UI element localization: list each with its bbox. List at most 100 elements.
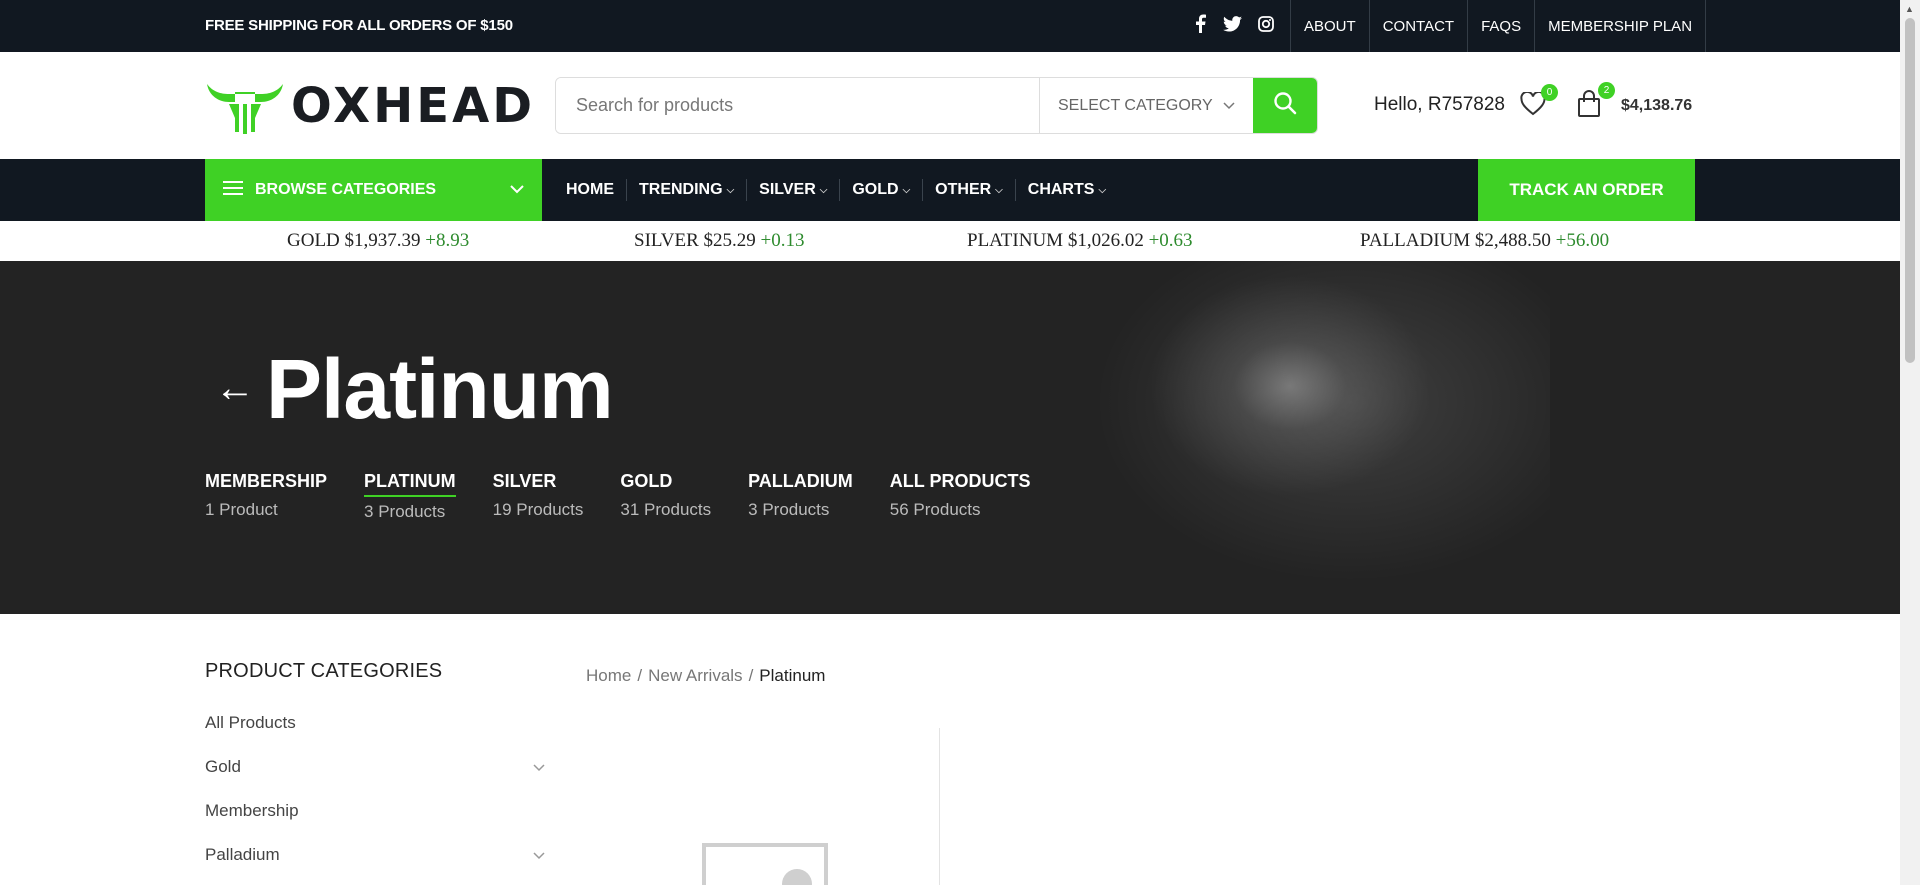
about-link[interactable]: ABOUT bbox=[1291, 0, 1370, 52]
search-button[interactable] bbox=[1253, 78, 1317, 133]
browse-categories-label: BROWSE CATEGORIES bbox=[255, 181, 437, 198]
sidebar-item-all-products[interactable]: All Products bbox=[205, 701, 545, 745]
category-tab-name: PLATINUM bbox=[364, 471, 456, 497]
browse-categories-button[interactable]: BROWSE CATEGORIES bbox=[205, 159, 542, 221]
breadcrumb-new-arrivals[interactable]: New Arrivals bbox=[648, 666, 742, 685]
nav-item-label: SILVER bbox=[759, 181, 816, 198]
heart-icon bbox=[1520, 90, 1546, 120]
facebook-icon[interactable] bbox=[1190, 14, 1209, 33]
sidebar-item-label: Gold bbox=[205, 757, 241, 776]
sidebar-item-gold[interactable]: Gold bbox=[205, 745, 545, 789]
category-tab-silver[interactable]: SILVER 19 Products bbox=[493, 471, 584, 522]
ticker-metal: PLATINUM bbox=[967, 230, 1064, 251]
category-tab-name: ALL PRODUCTS bbox=[889, 471, 1031, 491]
nav-item-label: GOLD bbox=[852, 181, 899, 198]
product-image-placeholder-icon[interactable] bbox=[702, 843, 828, 885]
sidebar-item-label: All Products bbox=[205, 713, 296, 732]
chevron-down-icon: ⌵ bbox=[819, 184, 828, 196]
track-order-button[interactable]: TRACK AN ORDER bbox=[1478, 159, 1695, 221]
product-column-divider bbox=[939, 728, 940, 885]
back-arrow-icon[interactable]: ← bbox=[215, 366, 255, 411]
nav-item-other[interactable]: OTHER ⌵ bbox=[923, 179, 1016, 201]
scrollbar-thumb[interactable] bbox=[1905, 18, 1915, 363]
ticker-silver: SILVER $25.29 +0.13 bbox=[634, 230, 804, 252]
hamburger-icon bbox=[223, 180, 243, 201]
shipping-notice: FREE SHIPPING FOR ALL ORDERS OF $150 bbox=[205, 17, 513, 34]
category-tab-name: MEMBERSHIP bbox=[205, 471, 328, 491]
chevron-down-icon bbox=[1223, 97, 1235, 115]
ox-head-logo-icon bbox=[207, 84, 283, 134]
scroll-up-icon[interactable]: ▲ bbox=[1905, 4, 1914, 14]
sidebar-item-label: Palladium bbox=[205, 845, 280, 864]
ticker-price: $2,488.50 bbox=[1474, 230, 1551, 251]
category-select-label: SELECT CATEGORY bbox=[1058, 96, 1213, 114]
social-links bbox=[1190, 14, 1275, 33]
category-tab-count: 1 Product bbox=[205, 500, 278, 519]
sidebar-item-membership[interactable]: Membership bbox=[205, 789, 545, 833]
category-tab-count: 3 Products bbox=[748, 500, 830, 519]
category-tab-name: SILVER bbox=[492, 471, 557, 491]
chevron-down-icon[interactable] bbox=[533, 848, 545, 863]
ticker-palladium: PALLADIUM $2,488.50 +56.00 bbox=[1360, 230, 1609, 252]
category-tab-membership[interactable]: MEMBERSHIP 1 Product bbox=[205, 471, 327, 522]
ticker-metal: PALLADIUM bbox=[1360, 230, 1471, 251]
chevron-down-icon: ⌵ bbox=[995, 184, 1003, 196]
category-select[interactable]: SELECT CATEGORY bbox=[1039, 78, 1253, 133]
breadcrumb-home[interactable]: Home bbox=[586, 666, 631, 685]
category-tabs: MEMBERSHIP 1 Product PLATINUM 3 Products… bbox=[205, 471, 1067, 522]
top-links: ABOUT CONTACT FAQS MEMBERSHIP PLAN bbox=[1290, 0, 1707, 52]
chevron-down-icon[interactable] bbox=[533, 760, 545, 775]
nav-item-label: CHARTS bbox=[1027, 181, 1095, 198]
page-title: Platinum bbox=[266, 342, 614, 436]
membership-plan-link[interactable]: MEMBERSHIP PLAN bbox=[1535, 0, 1707, 52]
wishlist-button[interactable]: 0 bbox=[1520, 84, 1558, 120]
chevron-down-icon: ⌵ bbox=[726, 184, 735, 196]
ticker-metal: GOLD bbox=[287, 230, 340, 251]
ticker-price: $25.29 bbox=[703, 230, 756, 251]
site-logo[interactable]: OXHEAD bbox=[205, 78, 535, 134]
sidebar-item-label: Membership bbox=[205, 801, 299, 820]
faqs-link[interactable]: FAQS bbox=[1468, 0, 1536, 52]
nav-item-trending[interactable]: TRENDING ⌵ bbox=[627, 179, 748, 201]
category-tab-palladium[interactable]: PALLADIUM 3 Products bbox=[748, 471, 853, 522]
cart-total[interactable]: $4,138.76 bbox=[1621, 97, 1692, 115]
breadcrumb-separator: / bbox=[748, 666, 754, 685]
nav-item-label: HOME bbox=[566, 181, 614, 198]
cart-button[interactable]: 2 bbox=[1577, 82, 1615, 120]
chevron-down-icon: ⌵ bbox=[1098, 184, 1107, 196]
page-scrollbar[interactable]: ▲ bbox=[1900, 0, 1920, 885]
nav-item-gold[interactable]: GOLD ⌵ bbox=[840, 179, 924, 201]
user-greeting[interactable]: Hello, R757828 bbox=[1374, 94, 1505, 116]
nav-item-charts[interactable]: CHARTS ⌵ bbox=[1016, 179, 1118, 201]
ticker-price: $1,026.02 bbox=[1067, 230, 1144, 251]
category-tab-count: 19 Products bbox=[492, 500, 584, 519]
cart-count-badge: 2 bbox=[1598, 82, 1615, 99]
category-hero: ← Platinum MEMBERSHIP 1 Product PLATINUM… bbox=[0, 261, 1900, 614]
nav-item-home[interactable]: HOME bbox=[554, 179, 627, 201]
search-icon bbox=[1273, 91, 1297, 120]
ticker-change: +0.13 bbox=[760, 230, 805, 251]
ticker-platinum: PLATINUM $1,026.02 +0.63 bbox=[967, 230, 1193, 252]
nav-item-silver[interactable]: SILVER ⌵ bbox=[747, 179, 841, 201]
ticker-price: $1,937.39 bbox=[344, 230, 421, 251]
ticker-metal: SILVER bbox=[634, 230, 699, 251]
main-nav: BROWSE CATEGORIES HOME TRENDING ⌵ SILVER ⌵… bbox=[0, 159, 1900, 221]
category-tab-all-products[interactable]: ALL PRODUCTS 56 Products bbox=[890, 471, 1031, 522]
chevron-down-icon bbox=[510, 181, 524, 199]
hero-background-image bbox=[1050, 261, 1550, 614]
category-tab-count: 3 Products bbox=[364, 502, 446, 521]
twitter-icon[interactable] bbox=[1223, 14, 1242, 33]
search-input[interactable] bbox=[556, 78, 1039, 133]
sidebar-item-palladium[interactable]: Palladium bbox=[205, 833, 545, 877]
category-tab-gold[interactable]: GOLD 31 Products bbox=[620, 471, 711, 522]
logo-text: OXHEAD bbox=[291, 78, 536, 134]
contact-link[interactable]: CONTACT bbox=[1370, 0, 1469, 52]
nav-item-label: TRENDING bbox=[639, 181, 723, 198]
category-tab-platinum[interactable]: PLATINUM 3 Products bbox=[364, 471, 456, 522]
instagram-icon[interactable] bbox=[1256, 14, 1275, 33]
ticker-change: +0.63 bbox=[1148, 230, 1193, 251]
site-header: OXHEAD SELECT CATEGORY Hello, R757828 0 … bbox=[0, 52, 1900, 159]
sidebar-title: PRODUCT CATEGORIES bbox=[205, 660, 443, 682]
top-bar: FREE SHIPPING FOR ALL ORDERS OF $150 ABO… bbox=[0, 0, 1900, 52]
category-tab-name: PALLADIUM bbox=[748, 471, 853, 491]
